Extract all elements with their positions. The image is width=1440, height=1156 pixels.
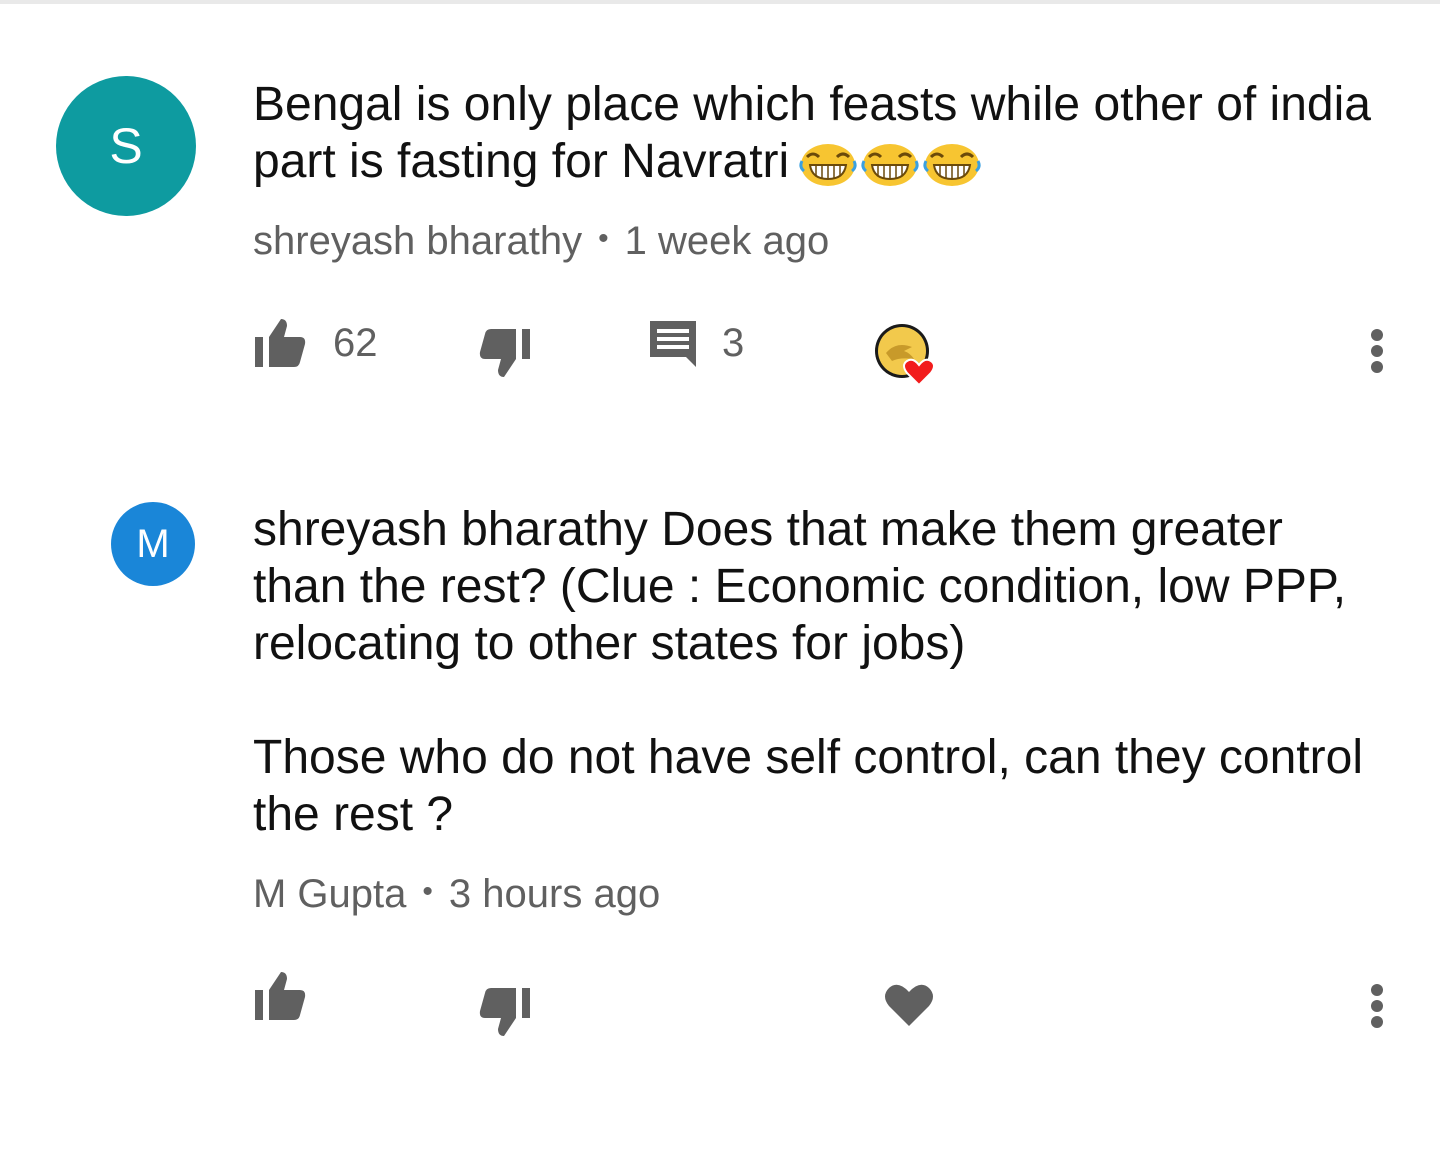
timestamp[interactable]: 1 week ago — [625, 219, 830, 264]
meta-separator: • — [598, 221, 609, 255]
comment-meta: shreyash bharathy • 1 week ago — [253, 219, 829, 264]
avatar-letter: S — [109, 118, 143, 174]
comment-meta: M Gupta • 3 hours ago — [253, 872, 660, 917]
comment-actions — [0, 966, 1440, 1036]
tears-of-joy-emoji — [861, 144, 919, 186]
thumb-down-icon — [479, 988, 530, 1036]
author-name[interactable]: M Gupta — [253, 872, 406, 917]
more-options-button[interactable] — [1360, 321, 1394, 381]
avatar[interactable]: S — [56, 76, 196, 216]
reply-count: 3 — [722, 320, 745, 365]
comment-icon — [650, 321, 696, 367]
dislike-button[interactable] — [478, 327, 532, 379]
comment-actions: 62 3 — [0, 313, 1440, 387]
comment-text: shreyash bharathy Does that make them gr… — [253, 503, 1363, 841]
thumb-up-icon — [255, 972, 306, 1020]
avatar-letter: M — [136, 521, 170, 566]
comment-body: Bengal is only place which feasts while … — [253, 76, 1383, 190]
more-options-button[interactable] — [1360, 976, 1394, 1036]
reply-button[interactable]: 3 — [648, 317, 744, 369]
comment-body: shreyash bharathy Does that make them gr… — [253, 501, 1383, 843]
avatar[interactable]: M — [111, 502, 195, 586]
thumb-up-icon — [255, 319, 306, 367]
heart-icon — [885, 984, 933, 1026]
author-name[interactable]: shreyash bharathy — [253, 219, 582, 264]
thumb-down-icon — [479, 329, 530, 377]
timestamp[interactable]: 3 hours ago — [449, 872, 660, 917]
more-vert-icon — [1371, 329, 1383, 373]
creator-heart-badge — [872, 323, 952, 393]
meta-separator: • — [422, 874, 433, 908]
dislike-button[interactable] — [478, 986, 532, 1038]
comment-thread-item: S Bengal is only place which feasts whil… — [0, 0, 1440, 440]
like-button[interactable] — [253, 970, 307, 1022]
heart-button[interactable] — [884, 982, 934, 1028]
like-button[interactable]: 62 — [253, 317, 378, 369]
emoji-group — [799, 141, 981, 187]
more-vert-icon — [1371, 984, 1383, 1028]
tears-of-joy-emoji — [799, 144, 857, 186]
tears-of-joy-emoji — [923, 144, 981, 186]
like-count: 62 — [333, 320, 378, 365]
